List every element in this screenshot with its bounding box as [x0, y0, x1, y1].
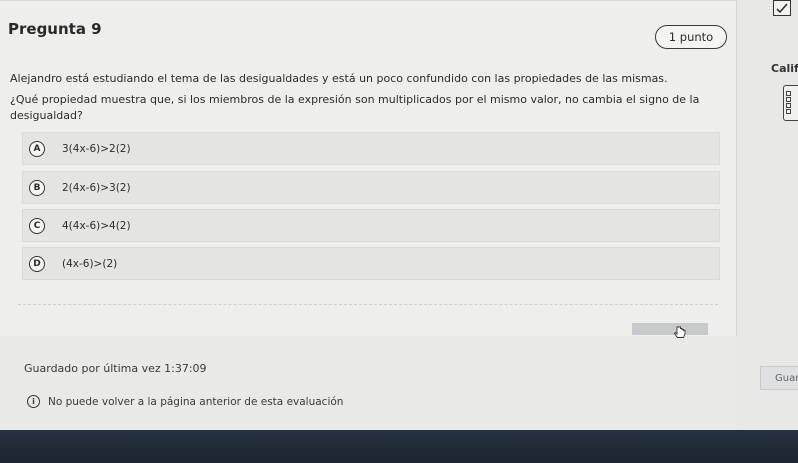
info-icon: i [27, 395, 40, 408]
taskbar [0, 430, 798, 463]
check-mark-icon [776, 3, 788, 14]
option-b[interactable]: B 2(4x-6)>3(2) [22, 171, 720, 204]
option-c[interactable]: C 4(4x-6)>4(2) [22, 209, 720, 242]
divider [0, 0, 736, 1]
question-stem-prompt: ¿Qué propiedad muestra que, si los miemb… [10, 93, 700, 122]
option-letter: A [29, 140, 45, 157]
grade-label: Calif [771, 62, 798, 75]
hand-cursor-icon [674, 326, 686, 338]
option-letter: C [29, 217, 45, 234]
points-badge: 1 punto [655, 25, 727, 49]
navigation-button[interactable] [632, 323, 708, 335]
checkbox-icon[interactable] [773, 0, 791, 16]
option-d[interactable]: D (4x-6)>(2) [22, 247, 720, 280]
option-letter: D [29, 255, 45, 272]
option-text: 2(4x-6)>3(2) [62, 181, 131, 194]
question-panel: Pregunta 9 1 punto Alejandro está estudi… [0, 0, 737, 338]
option-letter: B [29, 179, 45, 196]
calculator-icon[interactable] [783, 85, 798, 121]
option-a[interactable]: A 3(4x-6)>2(2) [22, 132, 720, 165]
option-text: 4(4x-6)>4(2) [62, 219, 131, 232]
question-title: Pregunta 9 [8, 20, 102, 38]
save-button[interactable]: Guar [760, 366, 798, 390]
saved-timestamp: Guardado por última vez 1:37:09 [24, 362, 207, 375]
dashed-divider [18, 304, 718, 305]
question-stem-context: Alejandro está estudiando el tema de las… [10, 72, 668, 85]
option-text: (4x-6)>(2) [62, 257, 118, 270]
option-text: 3(4x-6)>2(2) [62, 142, 131, 155]
navigation-notice: i No puede volver a la página anterior d… [27, 395, 343, 408]
notice-text: No puede volver a la página anterior de … [48, 395, 344, 408]
